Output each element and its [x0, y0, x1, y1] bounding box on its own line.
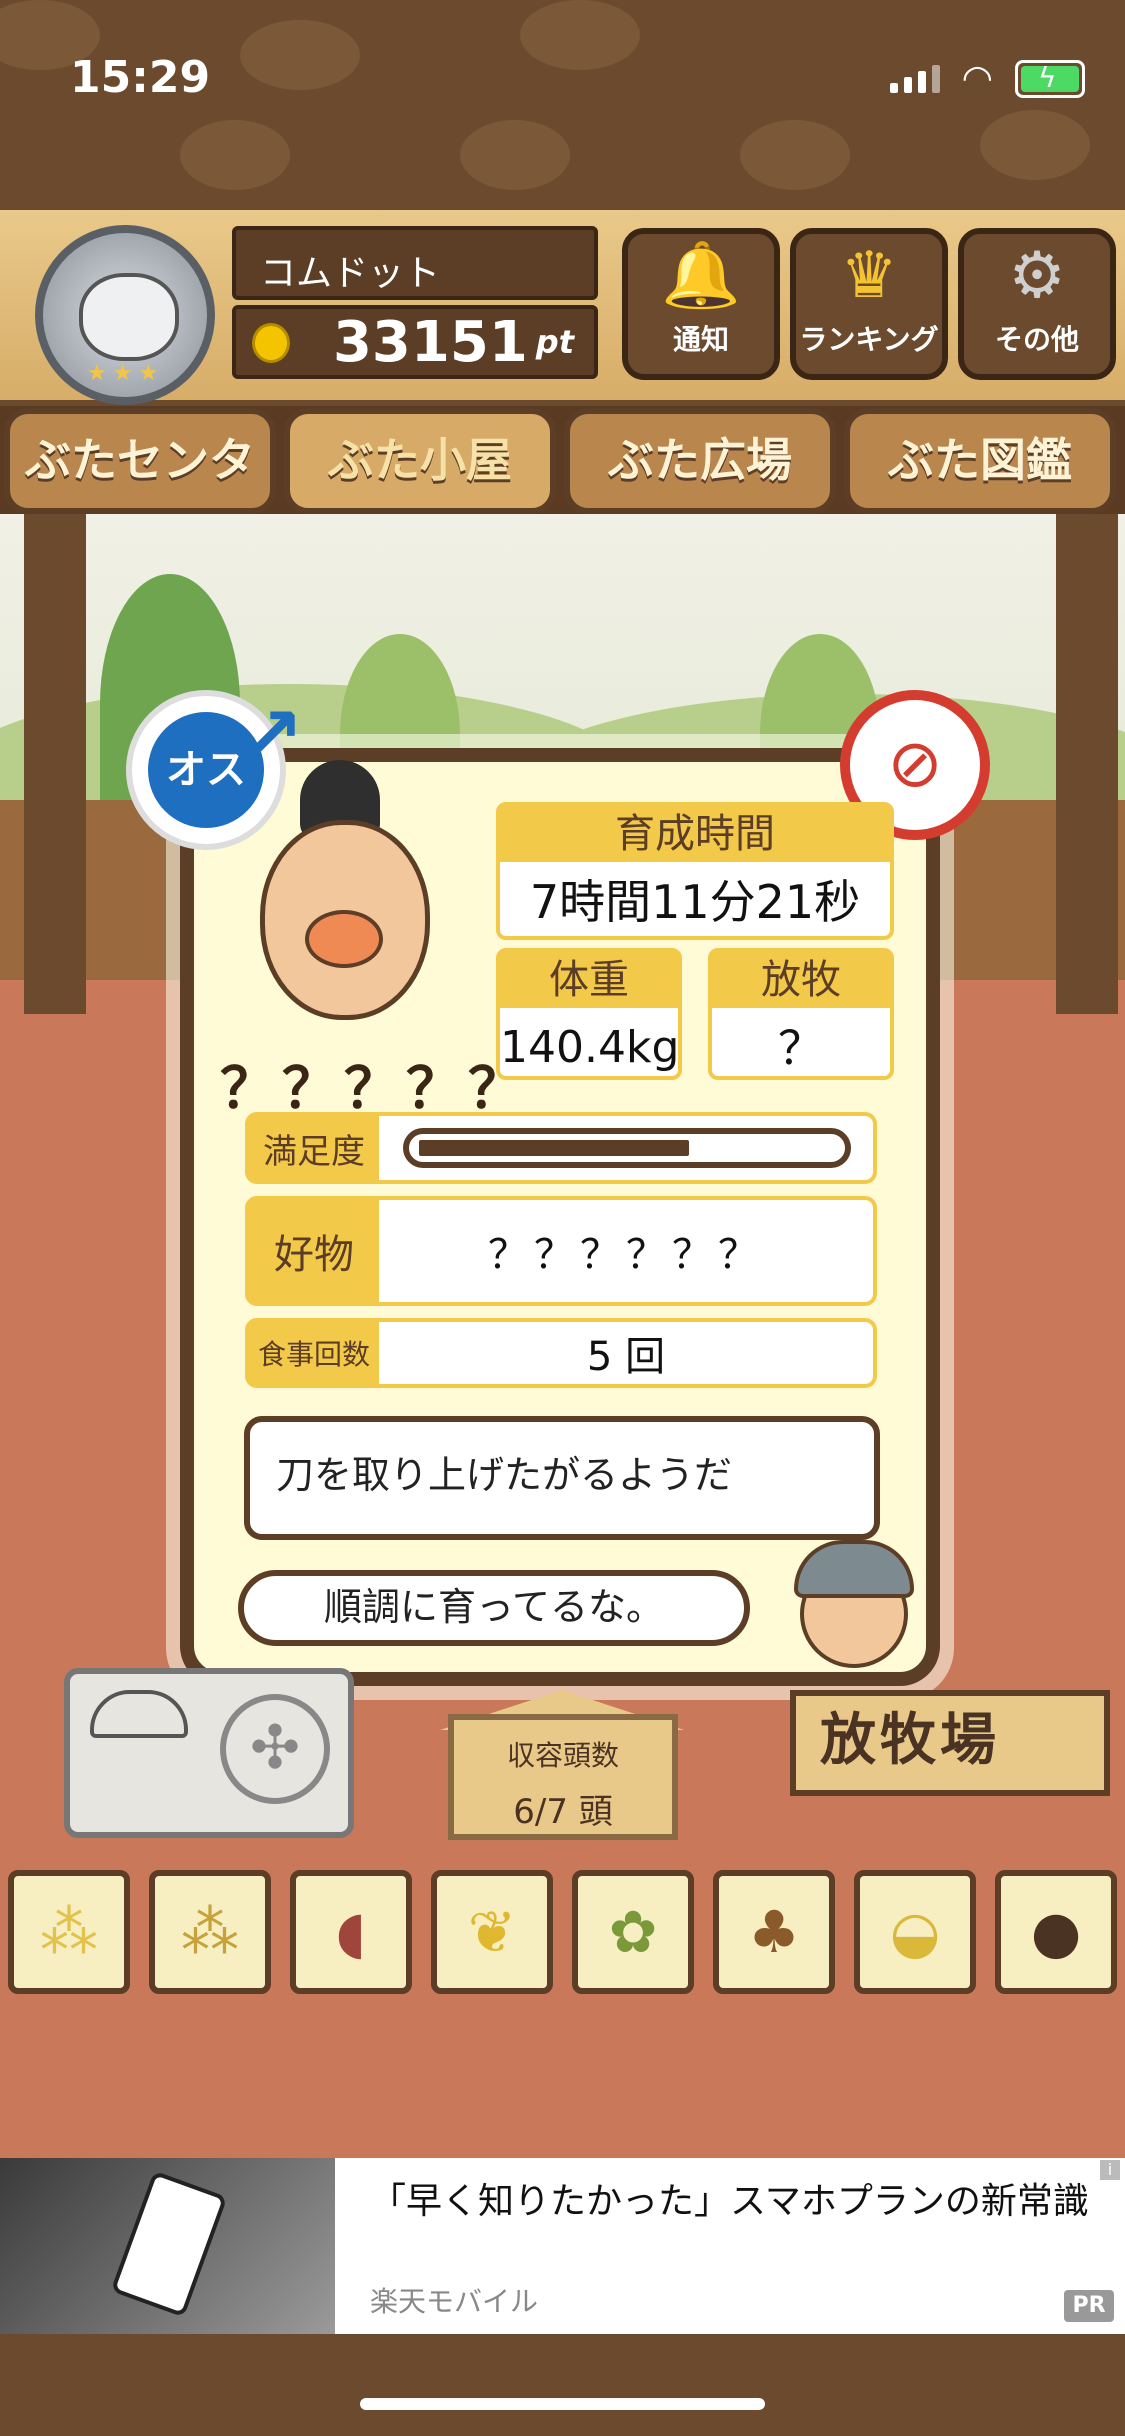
truffle-plate-icon: ●	[1030, 1898, 1082, 1966]
grazing-value: ？	[778, 1021, 824, 1075]
corn-icon: ❦	[467, 1898, 517, 1966]
bottom-pattern-background	[0, 2334, 1125, 2436]
status-time: 15:29	[70, 52, 211, 103]
status-icons: ◠ ϟ	[889, 58, 1085, 99]
satisfaction-bar	[403, 1128, 851, 1168]
ranking-button[interactable]: ♛ ランキング	[790, 228, 948, 380]
food-truffle-plate[interactable]: ●	[995, 1870, 1117, 1994]
mixed-grain-icon: ⁂	[181, 1898, 239, 1966]
feed-machine[interactable]: ✣	[64, 1668, 354, 1838]
other-button[interactable]: ⚙ その他	[958, 228, 1116, 380]
bell-icon: 🔔	[661, 239, 741, 313]
username: コムドット	[232, 226, 598, 300]
capacity-label: 収容頭数	[506, 1739, 619, 1772]
ad-pr-badge: PR	[1064, 2290, 1114, 2322]
food-soybean-plate[interactable]: ◒	[854, 1870, 976, 1994]
ranking-label: ランキング	[799, 323, 939, 356]
pasture-sign-button[interactable]: 放牧場	[790, 1690, 1110, 1796]
gauge-icon	[90, 1690, 188, 1738]
signal-icon	[889, 64, 940, 93]
weight-value: 140.4kg	[500, 1022, 680, 1073]
crown-icon: ♛	[840, 239, 898, 313]
food-acorn[interactable]: ♣	[713, 1870, 835, 1994]
food-berries[interactable]: ✿	[572, 1870, 694, 1994]
favorite-row: 好物 ？？？？？？	[245, 1196, 877, 1306]
tab-buta-hiroba[interactable]: ぶた広場	[564, 408, 836, 514]
star-icon: ★★★	[87, 361, 165, 386]
pig-comment-bubble: 刀を取り上げたがるようだ	[244, 1416, 880, 1540]
notification-label: 通知	[672, 323, 729, 356]
tab-buta-koya[interactable]: ぶた小屋	[284, 408, 556, 514]
coin-icon	[252, 323, 290, 363]
farmer-speech-bubble: 順調に育ってるな。	[238, 1570, 750, 1646]
sweet-potato-icon: ◖	[335, 1898, 367, 1966]
capacity-value: 6/7 頭	[513, 1792, 613, 1832]
pig-snout	[305, 910, 383, 968]
points-value: 33151	[332, 309, 528, 375]
favorite-label: 好物	[249, 1200, 379, 1302]
favorite-value: ？？？？？？	[488, 1232, 764, 1278]
food-mixed-grain[interactable]: ⁂	[149, 1870, 271, 1994]
acorn-icon: ♣	[748, 1898, 800, 1966]
pig-icon	[79, 273, 179, 361]
pig-character	[230, 760, 450, 1050]
ad-source: 楽天モバイル	[370, 2285, 539, 2318]
farmer-icon	[790, 1530, 914, 1668]
satisfaction-row: 満足度	[245, 1112, 877, 1184]
grain-pile-icon: ⁂	[40, 1898, 98, 1966]
soybean-plate-icon: ◒	[889, 1898, 941, 1966]
satisfaction-label: 満足度	[249, 1116, 379, 1180]
weight-box: 体重 140.4kg	[496, 948, 682, 1080]
notification-button[interactable]: 🔔 通知	[622, 228, 780, 380]
top-pattern-background	[0, 0, 1125, 215]
info-icon[interactable]: i	[1100, 2160, 1120, 2180]
ad-title[interactable]: 「早く知りたかった」スマホプランの新常識	[370, 2176, 1090, 2228]
meals-value: 5 回	[586, 1334, 666, 1380]
growth-time-value: 7時間11分21秒	[529, 875, 861, 929]
food-sweet-potato[interactable]: ◖	[290, 1870, 412, 1994]
tab-buta-center[interactable]: ぶたセンター	[4, 408, 276, 579]
food-grain-pile[interactable]: ⁂	[8, 1870, 130, 1994]
wifi-icon: ◠	[961, 58, 993, 99]
points-box: 33151 pt	[232, 305, 598, 379]
battery-icon: ϟ	[1015, 59, 1085, 98]
growth-time-label: 育成時間	[500, 806, 890, 862]
tab-buta-zukan[interactable]: ぶた図鑑	[844, 408, 1116, 514]
weight-label: 体重	[500, 952, 678, 1008]
meals-label: 食事回数	[249, 1322, 379, 1384]
satisfaction-bar-fill	[419, 1140, 689, 1156]
points-unit: pt	[535, 323, 574, 361]
gear-icon: ⚙	[1008, 239, 1066, 313]
grazing-label: 放牧	[712, 952, 890, 1008]
other-label: その他	[994, 323, 1079, 356]
berries-icon: ✿	[608, 1898, 658, 1966]
food-corn[interactable]: ❦	[431, 1870, 553, 1994]
home-indicator[interactable]	[360, 2398, 765, 2410]
barn-post-left	[24, 514, 86, 1014]
barn-post-right	[1056, 514, 1118, 1014]
rank-avatar[interactable]: ★★★	[35, 225, 215, 405]
capacity-sign: 収容頭数 6/7 頭	[448, 1714, 678, 1840]
growth-time-box: 育成時間 7時間11分21秒	[496, 802, 894, 940]
fan-icon: ✣	[220, 1694, 330, 1804]
meals-row: 食事回数 5 回	[245, 1318, 877, 1388]
grazing-box: 放牧 ？	[708, 948, 894, 1080]
